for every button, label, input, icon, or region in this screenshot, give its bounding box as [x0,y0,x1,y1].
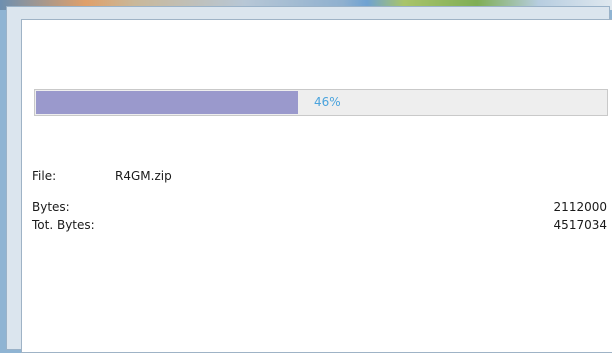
download-progress-bar: 46% [34,89,608,116]
total-bytes-label: Tot. Bytes: [32,218,95,232]
file-name-value: R4GM.zip [115,169,172,183]
download-progress-panel: 46% File: R4GM.zip Bytes: 2112000 Tot. B… [21,19,612,353]
download-window: 46% File: R4GM.zip Bytes: 2112000 Tot. B… [6,6,612,353]
download-progress-fill [36,91,298,114]
total-bytes-value: 4517034 [553,218,607,232]
bytes-value: 2112000 [553,200,607,214]
bytes-label: Bytes: [32,200,70,214]
progress-percent-label: 46% [314,95,341,109]
file-label: File: [32,169,57,183]
